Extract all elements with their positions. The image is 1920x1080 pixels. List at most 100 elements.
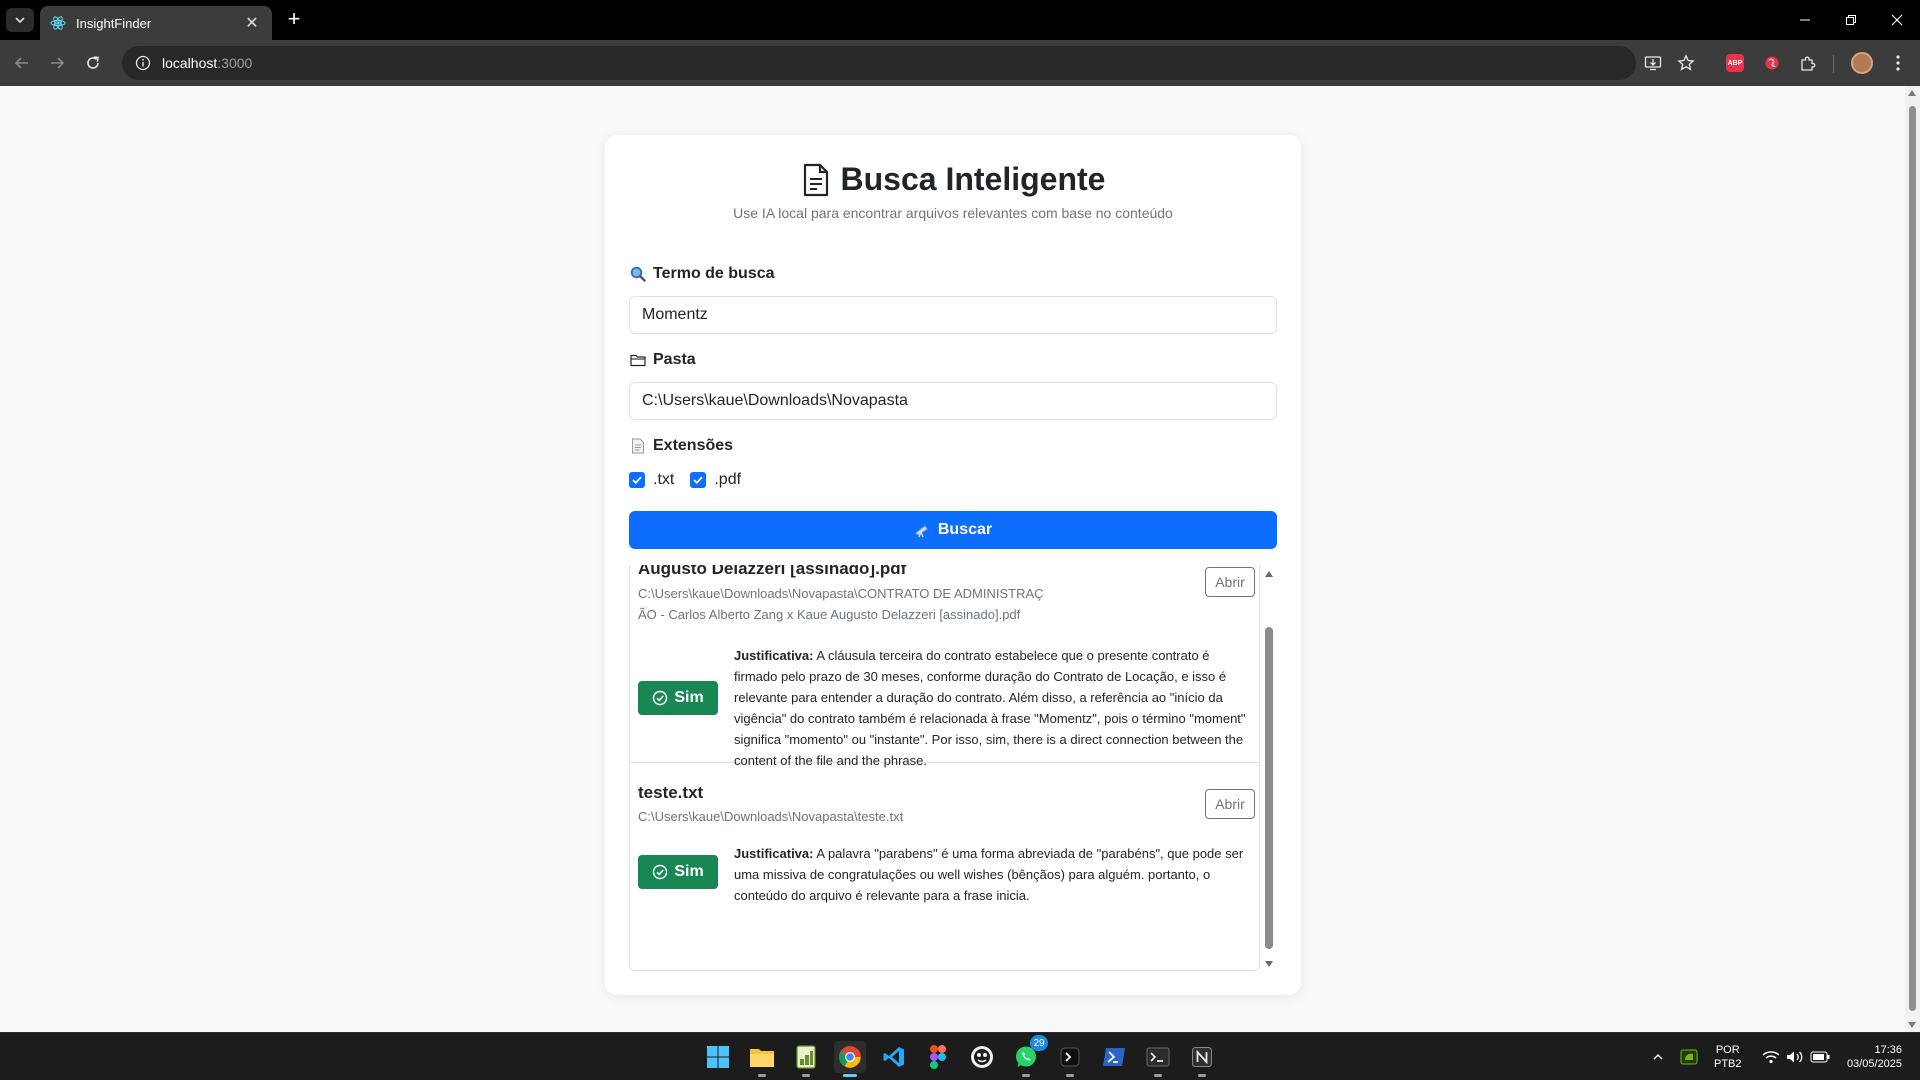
extension-button[interactable] <box>1760 51 1784 75</box>
nvidia-tray-icon[interactable] <box>1673 1041 1705 1073</box>
running-indicator <box>1022 1074 1030 1077</box>
terminal-icon <box>1146 1047 1170 1067</box>
extensions-label: Extensões <box>629 437 733 455</box>
extension-txt[interactable]: .txt <box>629 471 674 489</box>
powershell-icon <box>1103 1048 1125 1066</box>
page-viewport: Busca Inteligente Use IA local para enco… <box>0 86 1905 1032</box>
terminal-app[interactable] <box>1142 1041 1174 1077</box>
browser-menu-button[interactable] <box>1886 51 1910 75</box>
extension-pdf-label: .pdf <box>714 471 742 488</box>
search-term-label-text: Termo de busca <box>653 265 775 282</box>
scroll-thumb[interactable] <box>1909 106 1916 1011</box>
checkmark-icon <box>632 476 642 484</box>
tab-search-button[interactable] <box>6 8 34 32</box>
relevance-badge-label: Sim <box>674 689 704 706</box>
scroll-up-arrow[interactable] <box>1265 571 1273 577</box>
scroll-up-arrow[interactable] <box>1908 90 1916 96</box>
volume-icon <box>1787 1051 1803 1063</box>
new-tab-button[interactable]: + <box>282 8 306 32</box>
bookmark-button[interactable] <box>1674 51 1698 75</box>
result-file-path: C:\Users\kaue\Downloads\Novapasta\teste.… <box>638 809 904 824</box>
search-button[interactable]: Buscar <box>629 511 1277 549</box>
restore-button[interactable] <box>1828 0 1874 40</box>
system-clock[interactable]: 17:36 03/05/2025 <box>1830 1043 1902 1071</box>
wifi-icon <box>1762 1051 1780 1064</box>
reload-button[interactable] <box>81 51 105 75</box>
page-scrollbar[interactable] <box>1905 86 1920 1032</box>
gpu-icon <box>1680 1049 1698 1065</box>
close-icon[interactable]: ✕ <box>242 13 262 33</box>
reload-icon <box>87 56 99 69</box>
window-controls <box>1782 0 1920 40</box>
folder-input[interactable] <box>629 382 1277 420</box>
vscode-app[interactable] <box>878 1041 910 1073</box>
whatsapp-app[interactable]: 29 <box>1010 1035 1048 1077</box>
search-input[interactable] <box>629 296 1277 334</box>
chrome-app[interactable] <box>834 1041 866 1077</box>
checkbox-txt[interactable] <box>629 472 645 488</box>
tab-title: InsightFinder <box>76 15 152 31</box>
open-file-button[interactable]: Abrir <box>1205 567 1255 597</box>
extension-checkboxes: .txt .pdf <box>629 471 757 489</box>
game-app[interactable] <box>966 1041 998 1073</box>
clock-time: 17:36 <box>1874 1044 1902 1056</box>
result-item: teste.txt C:\Users\kaue\Downloads\Novapa… <box>630 763 1259 970</box>
forward-button[interactable] <box>45 51 69 75</box>
close-window-button[interactable] <box>1874 0 1920 40</box>
extensions-label-text: Extensões <box>653 437 734 454</box>
keyboard-layout: PTB2 <box>1714 1058 1742 1070</box>
figma-app[interactable] <box>922 1041 954 1073</box>
file-explorer-app[interactable] <box>746 1041 778 1077</box>
star-icon <box>1677 54 1695 71</box>
input-language[interactable]: POR PTB2 <box>1714 1043 1742 1071</box>
terminal-app-icon <box>1060 1047 1080 1067</box>
install-app-button[interactable] <box>1641 51 1665 75</box>
info-icon[interactable] <box>134 54 152 72</box>
extension-pdf[interactable]: .pdf <box>690 471 741 489</box>
telescope-icon <box>914 522 930 538</box>
search-card: Busca Inteligente Use IA local para enco… <box>605 135 1301 995</box>
toolbar-divider <box>1833 55 1834 73</box>
vscode-icon <box>883 1047 904 1067</box>
notion-app[interactable] <box>1186 1041 1218 1077</box>
notion-icon <box>1192 1047 1212 1067</box>
scroll-thumb[interactable] <box>1265 627 1273 949</box>
windows-taskbar: 29 POR PTB2 17:36 03/05/2025 <box>0 1032 1920 1080</box>
justification-label: Justificativa: <box>734 648 814 663</box>
running-indicator <box>843 1074 857 1077</box>
profile-button[interactable] <box>1850 51 1874 75</box>
checkbox-pdf[interactable] <box>690 472 707 488</box>
arrow-left-icon <box>14 57 28 69</box>
extensions-menu-button[interactable] <box>1796 51 1820 75</box>
page-title: Busca Inteligente <box>840 161 1106 197</box>
page-icon <box>629 437 647 455</box>
extension-txt-label: .txt <box>653 471 675 488</box>
result-file-path: C:\Users\kaue\Downloads\Novapasta\CONTRA… <box>638 586 1044 622</box>
url-host: localhost <box>162 55 218 71</box>
scroll-down-arrow[interactable] <box>1265 961 1273 967</box>
start-button[interactable] <box>702 1041 734 1073</box>
dev-tool-app[interactable] <box>1054 1041 1086 1077</box>
results-scrollbar[interactable] <box>1261 565 1277 971</box>
back-button[interactable] <box>10 51 34 75</box>
tray-overflow-button[interactable] <box>1642 1041 1674 1073</box>
minimize-button[interactable] <box>1782 0 1828 40</box>
avatar <box>1851 52 1873 74</box>
running-indicator <box>1198 1074 1206 1077</box>
notes-app[interactable] <box>790 1041 822 1077</box>
running-indicator <box>802 1074 810 1077</box>
open-file-button[interactable]: Abrir <box>1205 789 1255 819</box>
results-list[interactable]: Augusto Delazzeri [assinado].pdf C:\User… <box>629 565 1260 971</box>
browser-tab[interactable]: InsightFinder ✕ <box>40 6 272 40</box>
checkmark-icon <box>693 476 704 484</box>
powershell-app[interactable] <box>1098 1041 1130 1073</box>
address-bar[interactable]: localhost:3000 <box>122 46 1636 80</box>
adblock-extension-button[interactable]: ABP <box>1723 51 1747 75</box>
scroll-down-arrow[interactable] <box>1908 1022 1916 1028</box>
adblock-icon: ABP <box>1726 54 1744 72</box>
folder-icon <box>629 351 647 369</box>
install-icon <box>1644 56 1662 71</box>
close-icon <box>1891 14 1903 26</box>
game-controller-icon <box>971 1046 993 1068</box>
folder-label-text: Pasta <box>653 351 696 368</box>
